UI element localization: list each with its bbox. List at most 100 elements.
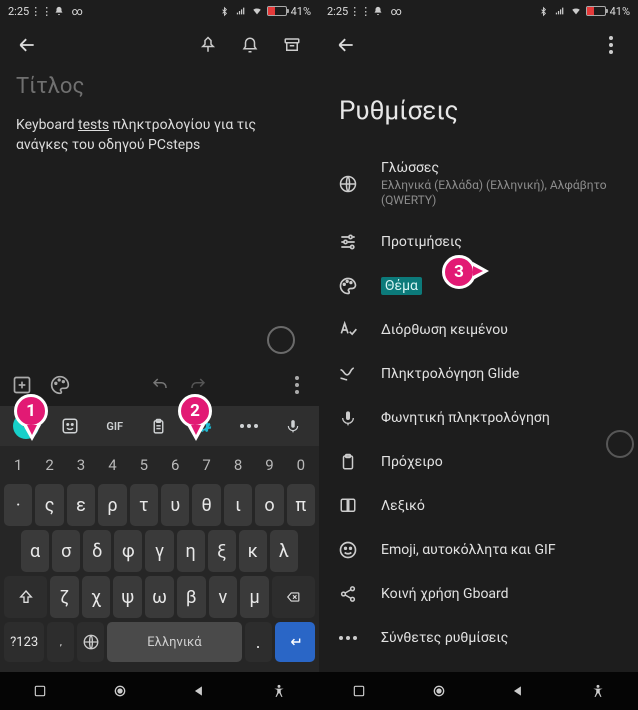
voice-input-button[interactable]	[271, 417, 315, 435]
settings-item-languages[interactable]: Γλώσσες Ελληνικά (Ελλάδα) (Ελληνική), Αλ…	[319, 148, 638, 220]
key-8[interactable]: 8	[224, 450, 252, 480]
settings-item-preferences[interactable]: Προτιμήσεις	[319, 220, 638, 264]
key-letter[interactable]: α	[21, 530, 49, 572]
key-letter[interactable]: χ	[82, 576, 111, 618]
nav-home[interactable]	[110, 681, 130, 701]
backspace-key[interactable]	[272, 576, 315, 618]
archive-button[interactable]	[275, 28, 309, 62]
nav-accessibility[interactable]	[269, 681, 289, 701]
nav-recents[interactable]	[349, 681, 369, 701]
settings-item-share[interactable]: Κοινή χρήση Gboard	[319, 572, 638, 616]
note-title-placeholder[interactable]: Τίτλος	[16, 74, 303, 99]
reminder-button[interactable]	[233, 28, 267, 62]
redo-button[interactable]	[182, 369, 214, 401]
more-button[interactable]	[281, 369, 313, 401]
note-bottom-toolbar	[0, 364, 319, 406]
key-letter[interactable]: τ	[130, 484, 158, 526]
settings-item-title: Φωνητική πληκτρολόγηση	[381, 410, 620, 426]
settings-item-voice[interactable]: Φωνητική πληκτρολόγηση	[319, 396, 638, 440]
pin-button[interactable]	[191, 28, 225, 62]
wifi-icon	[251, 5, 263, 17]
text-cursor-handle[interactable]	[267, 326, 295, 354]
key-9[interactable]: 9	[255, 450, 283, 480]
nav-recents[interactable]	[30, 681, 50, 701]
key-letter[interactable]: ω	[145, 576, 174, 618]
keyboard[interactable]: 1 2 3 4 5 6 7 8 9 0 · ς ε ρ τ υ θ ι ο π …	[0, 446, 319, 672]
note-body[interactable]: Keyboard tests πληκτρολογίου για τις ανά…	[16, 115, 303, 155]
add-button[interactable]	[6, 369, 38, 401]
key-letter[interactable]: π	[287, 484, 315, 526]
back-button[interactable]	[10, 28, 44, 62]
settings-item-advanced[interactable]: Σύνθετες ρυθμίσεις	[319, 616, 638, 660]
key-3[interactable]: 3	[67, 450, 95, 480]
clipboard-button[interactable]	[137, 418, 181, 435]
settings-item-title: Γλώσσες	[381, 160, 620, 176]
key-letter[interactable]: ο	[255, 484, 283, 526]
settings-item-dictionary[interactable]: Λεξικό	[319, 484, 638, 528]
symbols-key[interactable]: ?123	[4, 622, 44, 662]
key-0[interactable]: 0	[287, 450, 315, 480]
key-4[interactable]: 4	[98, 450, 126, 480]
key-letter[interactable]: δ	[83, 530, 111, 572]
key-letter[interactable]: λ	[270, 530, 298, 572]
key-6[interactable]: 6	[161, 450, 189, 480]
note-empty-area[interactable]	[0, 165, 319, 364]
key-letter[interactable]: η	[177, 530, 205, 572]
space-key[interactable]: Ελληνικά	[107, 622, 242, 662]
text-cursor-handle[interactable]	[606, 430, 634, 458]
nav-back[interactable]	[189, 681, 209, 701]
key-letter[interactable]: ι	[224, 484, 252, 526]
key-letter[interactable]: ν	[209, 576, 238, 618]
note-editor[interactable]: Τίτλος Keyboard tests πληκτρολογίου για …	[0, 68, 319, 165]
key-letter[interactable]: φ	[114, 530, 142, 572]
key-letter[interactable]: ξ	[208, 530, 236, 572]
key-letter[interactable]: κ	[239, 530, 267, 572]
key-letter[interactable]: ρ	[98, 484, 126, 526]
sticker-button[interactable]	[48, 417, 92, 435]
settings-item-emoji[interactable]: Emoji, αυτοκόλλητα και GIF	[319, 528, 638, 572]
toolbar-collapse-button[interactable]	[4, 413, 48, 439]
emoji-key[interactable]: ,	[47, 622, 74, 662]
undo-button[interactable]	[144, 369, 176, 401]
settings-item-glide[interactable]: Πληκτρολόγηση Glide	[319, 352, 638, 396]
note-appbar	[0, 22, 319, 68]
key-1[interactable]: 1	[4, 450, 32, 480]
settings-item-theme[interactable]: Θέμα	[319, 264, 638, 308]
key-row-bottom: ?123 , Ελληνικά .	[4, 622, 315, 662]
shift-key[interactable]	[4, 576, 47, 618]
clipboard-icon	[337, 451, 359, 473]
mic-icon	[337, 407, 359, 429]
period-key[interactable]: .	[245, 622, 272, 662]
gif-button[interactable]: GIF	[93, 420, 137, 433]
palette-button[interactable]	[44, 369, 76, 401]
key-row-3: ζ χ ψ ω β ν μ	[4, 576, 315, 618]
key-letter[interactable]: γ	[145, 530, 173, 572]
toolbar-more-button[interactable]	[226, 424, 270, 428]
key-letter[interactable]: ε	[67, 484, 95, 526]
key-5[interactable]: 5	[130, 450, 158, 480]
nav-back[interactable]	[508, 681, 528, 701]
key-letter[interactable]: ψ	[113, 576, 142, 618]
nav-home[interactable]	[429, 681, 449, 701]
settings-item-title: Λεξικό	[381, 498, 620, 514]
key-7[interactable]: 7	[192, 450, 220, 480]
settings-item-title: Διόρθωση κειμένου	[381, 322, 620, 338]
key-letter[interactable]: υ	[161, 484, 189, 526]
settings-item-clipboard[interactable]: Πρόχειρο	[319, 440, 638, 484]
key-letter[interactable]: ζ	[50, 576, 79, 618]
key-letter[interactable]: ς	[35, 484, 63, 526]
settings-gear-button[interactable]	[181, 417, 225, 435]
enter-key[interactable]	[275, 622, 315, 662]
key-letter[interactable]: β	[177, 576, 206, 618]
key-letter[interactable]: ·	[4, 484, 32, 526]
key-letter[interactable]: θ	[192, 484, 220, 526]
key-letter[interactable]: σ	[52, 530, 80, 572]
back-button[interactable]	[329, 28, 363, 62]
key-2[interactable]: 2	[35, 450, 63, 480]
key-letter[interactable]: μ	[240, 576, 269, 618]
nav-accessibility[interactable]	[588, 681, 608, 701]
settings-item-text-correction[interactable]: Διόρθωση κειμένου	[319, 308, 638, 352]
signal-icon	[235, 5, 247, 17]
language-key[interactable]	[77, 622, 104, 662]
overflow-menu-button[interactable]	[594, 28, 628, 62]
